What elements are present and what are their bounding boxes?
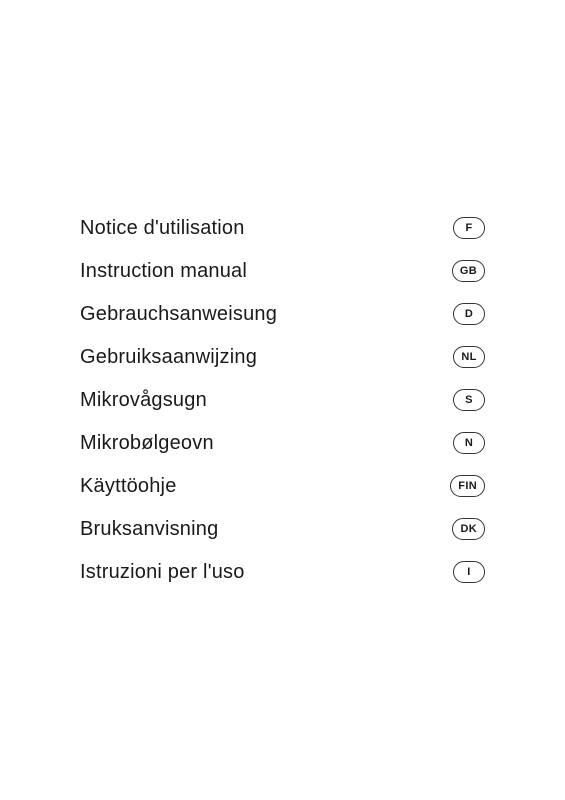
manual-label: Notice d'utilisation: [80, 217, 245, 240]
manual-label: Instruction manual: [80, 260, 247, 283]
list-item: Gebrauchsanweisung D: [80, 293, 485, 336]
manual-label: Bruksanvisning: [80, 518, 218, 541]
manual-label: Mikrobølgeovn: [80, 432, 214, 455]
lang-badge: FIN: [450, 475, 485, 497]
manual-list: Notice d'utilisation F Instruction manual G…: [80, 207, 485, 594]
lang-badge: F: [453, 217, 485, 239]
manual-label: Mikrovågsugn: [80, 389, 207, 412]
manual-label: Käyttöohje: [80, 475, 177, 498]
list-item: Istruzioni per l'uso I: [80, 551, 485, 594]
list-item: Gebruiksaanwijzing NL: [80, 336, 485, 379]
lang-badge: D: [453, 303, 485, 325]
lang-badge: GB: [452, 260, 485, 282]
list-item: Instruction manual GB: [80, 250, 485, 293]
list-item: Mikrobølgeovn N: [80, 422, 485, 465]
manual-label: Gebruiksaanwijzing: [80, 346, 257, 369]
lang-badge: DK: [452, 518, 485, 540]
lang-badge: S: [453, 389, 485, 411]
lang-badge: I: [453, 561, 485, 583]
list-item: Käyttöohje FIN: [80, 465, 485, 508]
manual-label: Istruzioni per l'uso: [80, 561, 245, 584]
manual-label: Gebrauchsanweisung: [80, 303, 277, 326]
lang-badge: N: [453, 432, 485, 454]
list-item: Mikrovågsugn S: [80, 379, 485, 422]
main-container: Notice d'utilisation F Instruction manual G…: [0, 0, 565, 800]
list-item: Bruksanvisning DK: [80, 508, 485, 551]
list-item: Notice d'utilisation F: [80, 207, 485, 250]
lang-badge: NL: [453, 346, 485, 368]
